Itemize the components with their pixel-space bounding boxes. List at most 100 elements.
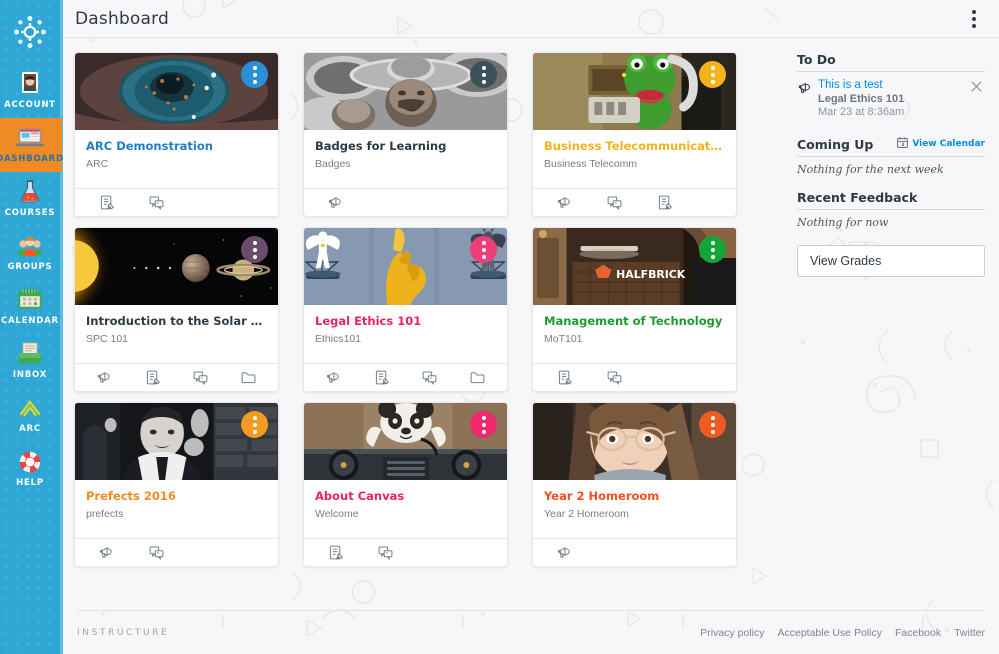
- card-image-halfbrick-office-photo[interactable]: HALFBRICK: [533, 228, 736, 305]
- course-card[interactable]: About Canvas Welcome: [303, 402, 508, 567]
- discussions-icon[interactable]: [131, 544, 181, 561]
- card-title-link[interactable]: Badges for Learning: [315, 139, 496, 153]
- announcements-icon[interactable]: [81, 544, 131, 561]
- card-options-button[interactable]: [241, 411, 268, 438]
- course-cards-grid: ARC Demonstration ARC: [73, 52, 775, 567]
- sidebar-item-help[interactable]: Help: [0, 442, 62, 496]
- footer-link-twitter[interactable]: Twitter: [954, 627, 985, 639]
- page-title: Dashboard: [75, 9, 169, 29]
- footer-link-facebook[interactable]: Facebook: [895, 627, 941, 639]
- card-image-solar-system-photo[interactable]: [75, 228, 278, 305]
- view-calendar-link[interactable]: 3 View Calendar: [896, 136, 985, 152]
- coming-up-heading: Coming Up 3 View Calendar: [797, 136, 985, 157]
- course-card[interactable]: Badges for Learning Badges: [303, 52, 508, 217]
- card-body: Legal Ethics 101 Ethics101: [304, 305, 507, 363]
- todo-item-link[interactable]: This is a test: [818, 79, 969, 91]
- sidebar-item-groups[interactable]: Groups: [0, 226, 62, 280]
- sidebar-item-label: Groups: [8, 262, 53, 272]
- course-card[interactable]: ARC Demonstration ARC: [74, 52, 279, 217]
- canvas-dashboard-app: Account Dashboard: [0, 0, 999, 654]
- card-title-link[interactable]: About Canvas: [315, 489, 496, 503]
- card-options-button[interactable]: [241, 236, 268, 263]
- todo-text: This is a test Legal Ethics 101 Mar 23 a…: [815, 79, 969, 118]
- assignments-icon[interactable]: [310, 544, 360, 561]
- card-title-link[interactable]: ARC Demonstration: [86, 139, 267, 153]
- announcements-icon[interactable]: [539, 544, 589, 561]
- card-image-eye-macro-photo[interactable]: [75, 53, 278, 130]
- card-title-link[interactable]: Introduction to the Solar System: [86, 314, 267, 328]
- card-options-button[interactable]: [470, 61, 497, 88]
- course-card[interactable]: Prefects 2016 prefects: [74, 402, 279, 567]
- sidebar-item-arc[interactable]: Arc: [0, 388, 62, 442]
- announcements-icon[interactable]: [81, 369, 129, 386]
- card-title-link[interactable]: Legal Ethics 101: [315, 314, 496, 328]
- card-options-button[interactable]: [699, 411, 726, 438]
- card-actions: [75, 538, 278, 566]
- card-options-button[interactable]: [470, 236, 497, 263]
- files-icon[interactable]: [224, 369, 272, 386]
- sidebar-item-inbox[interactable]: Inbox: [0, 334, 62, 388]
- recent-feedback-heading: Recent Feedback: [797, 190, 985, 210]
- course-card[interactable]: Introduction to the Solar System SPC 101: [74, 227, 279, 392]
- card-image-panda-dj-photo[interactable]: [304, 403, 507, 480]
- card-body: Badges for Learning Badges: [304, 130, 507, 188]
- card-body: Year 2 Homeroom Year 2 Homeroom: [533, 480, 736, 538]
- card-subtitle: Badges: [315, 158, 496, 171]
- close-x-icon[interactable]: [969, 79, 985, 95]
- sidebar-item-courses[interactable]: Courses: [0, 172, 62, 226]
- announcements-icon[interactable]: [539, 194, 589, 211]
- card-title-link[interactable]: Year 2 Homeroom: [544, 489, 725, 503]
- sidebar-item-account[interactable]: Account: [0, 64, 62, 118]
- card-image-frog-phone-photo[interactable]: [533, 53, 736, 130]
- card-image-prefect-bw-photo[interactable]: [75, 403, 278, 480]
- footer-link-acceptable-use-policy[interactable]: Acceptable Use Policy: [777, 627, 881, 639]
- assignments-icon[interactable]: [81, 194, 131, 211]
- coming-up-heading-label: Coming Up: [797, 137, 873, 152]
- course-card[interactable]: Legal Ethics 101 Ethics101: [303, 227, 508, 392]
- card-image-sombrero-bw-photo[interactable]: [304, 53, 507, 130]
- main-region: Dashboard: [63, 0, 999, 654]
- card-title-link[interactable]: Prefects 2016: [86, 489, 267, 503]
- arc-icon: [15, 395, 45, 421]
- card-options-button[interactable]: [699, 236, 726, 263]
- discussions-icon[interactable]: [589, 369, 639, 386]
- discussions-icon[interactable]: [177, 369, 225, 386]
- course-card[interactable]: Year 2 Homeroom Year 2 Homeroom: [532, 402, 737, 567]
- assignments-icon[interactable]: [639, 194, 689, 211]
- card-subtitle: Year 2 Homeroom: [544, 508, 725, 521]
- assignments-icon[interactable]: [539, 369, 589, 386]
- card-title-link[interactable]: Management of Technology: [544, 314, 725, 328]
- card-body: Business Telecommunication Stra… Busines…: [533, 130, 736, 188]
- card-options-button[interactable]: [699, 61, 726, 88]
- card-title-link[interactable]: Business Telecommunication Stra…: [544, 139, 725, 153]
- course-card[interactable]: HALFBRICK Management of Technology MoT10…: [532, 227, 737, 392]
- discussions-icon[interactable]: [589, 194, 639, 211]
- announcements-icon[interactable]: [310, 369, 358, 386]
- announcement-megaphone-icon: [797, 79, 815, 101]
- announcements-icon[interactable]: [310, 194, 360, 211]
- discussions-icon[interactable]: [131, 194, 181, 211]
- course-card[interactable]: Business Telecommunication Stra… Busines…: [532, 52, 737, 217]
- assignments-icon[interactable]: [129, 369, 177, 386]
- kebab-vertical-icon[interactable]: [963, 6, 985, 32]
- canvas-logo-icon[interactable]: [10, 12, 50, 52]
- card-image-justice-scales-illustration[interactable]: [304, 228, 507, 305]
- sidebar-item-dashboard[interactable]: Dashboard: [0, 118, 62, 172]
- view-grades-button[interactable]: View Grades: [797, 245, 985, 277]
- sidebar-item-calendar[interactable]: Calendar: [0, 280, 62, 334]
- assignments-icon[interactable]: [358, 369, 406, 386]
- card-options-button[interactable]: [241, 61, 268, 88]
- discussions-icon[interactable]: [406, 369, 454, 386]
- footer-link-privacy-policy[interactable]: Privacy policy: [700, 627, 764, 639]
- svg-text:HALFBRICK: HALFBRICK: [616, 268, 686, 281]
- card-image-girl-glasses-photo[interactable]: [533, 403, 736, 480]
- card-body: ARC Demonstration ARC: [75, 130, 278, 188]
- svg-text:3: 3: [902, 142, 905, 148]
- todo-heading: To Do: [797, 52, 985, 72]
- card-options-button[interactable]: [470, 411, 497, 438]
- sidebar-item-label: Courses: [5, 208, 56, 218]
- discussions-icon[interactable]: [360, 544, 410, 561]
- card-subtitle: SPC 101: [86, 333, 267, 346]
- card-body: Prefects 2016 prefects: [75, 480, 278, 538]
- files-icon[interactable]: [453, 369, 501, 386]
